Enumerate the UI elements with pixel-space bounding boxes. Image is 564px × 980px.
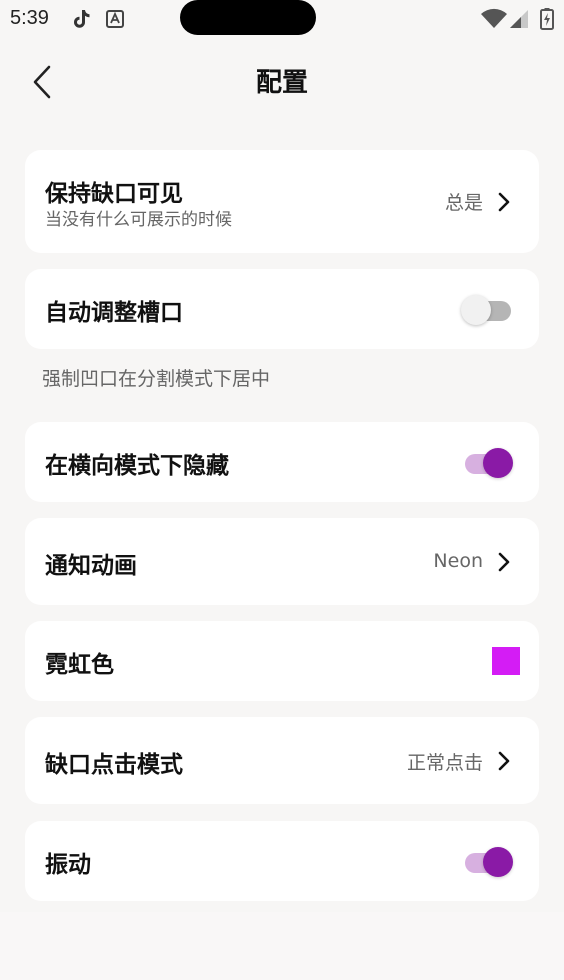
vibration-title: 振动 bbox=[45, 852, 91, 878]
keep-notch-visible-subtitle: 当没有什么可展示的时候 bbox=[45, 210, 232, 230]
notification-animation-title: 通知动画 bbox=[45, 553, 137, 579]
status-bar: 5:39 bbox=[0, 0, 564, 40]
auto-adjust-slot-switch[interactable] bbox=[461, 291, 515, 325]
keep-notch-visible-title: 保持缺口可见 bbox=[45, 181, 183, 207]
notch-tap-mode-value: 正常点击 bbox=[406, 752, 483, 774]
page-title: 配置 bbox=[255, 68, 308, 98]
chevron-right-icon bbox=[498, 552, 510, 572]
app-notification-icon bbox=[106, 10, 124, 28]
vibration-switch[interactable] bbox=[463, 843, 515, 877]
switch-thumb bbox=[483, 847, 513, 877]
switch-thumb bbox=[483, 448, 513, 478]
auto-adjust-slot-setting[interactable]: 自动调整槽口 bbox=[25, 269, 539, 349]
neon-color-setting[interactable]: 霓虹色 bbox=[25, 621, 539, 701]
notch-tap-mode-setting[interactable]: 缺口点击模式 正常点击 bbox=[25, 717, 539, 804]
vibration-setting[interactable]: 振动 bbox=[25, 821, 539, 901]
hide-in-landscape-switch[interactable] bbox=[463, 444, 515, 478]
camera-cutout bbox=[180, 0, 316, 35]
switch-thumb bbox=[461, 295, 491, 325]
bottom-area bbox=[0, 912, 564, 980]
hide-in-landscape-setting[interactable]: 在横向模式下隐藏 bbox=[25, 422, 539, 502]
battery-icon bbox=[540, 8, 554, 30]
neon-color-title: 霓虹色 bbox=[45, 652, 114, 678]
chevron-right-icon bbox=[498, 751, 510, 771]
cell-signal-icon bbox=[510, 10, 528, 28]
auto-adjust-slot-title: 自动调整槽口 bbox=[45, 300, 183, 326]
keep-notch-visible-value: 总是 bbox=[444, 192, 483, 214]
auto-adjust-slot-note: 强制凹口在分割模式下居中 bbox=[42, 368, 271, 390]
notification-animation-setting[interactable]: 通知动画 Neon bbox=[25, 518, 539, 605]
notification-animation-value: Neon bbox=[433, 550, 483, 572]
notch-tap-mode-title: 缺口点击模式 bbox=[45, 752, 183, 778]
status-time: 5:39 bbox=[10, 7, 49, 29]
chevron-right-icon bbox=[498, 192, 510, 212]
app-bar: 配置 bbox=[0, 48, 564, 112]
hide-in-landscape-title: 在横向模式下隐藏 bbox=[45, 453, 229, 479]
settings-page: 5:39 配置 保持缺口可见 当没有什么可展示的时候 总是 自动调整槽口 强制凹… bbox=[0, 0, 564, 980]
neon-color-swatch[interactable] bbox=[492, 647, 520, 675]
tiktok-icon bbox=[74, 10, 90, 28]
wifi-icon bbox=[481, 8, 507, 28]
keep-notch-visible-setting[interactable]: 保持缺口可见 当没有什么可展示的时候 总是 bbox=[25, 150, 539, 253]
